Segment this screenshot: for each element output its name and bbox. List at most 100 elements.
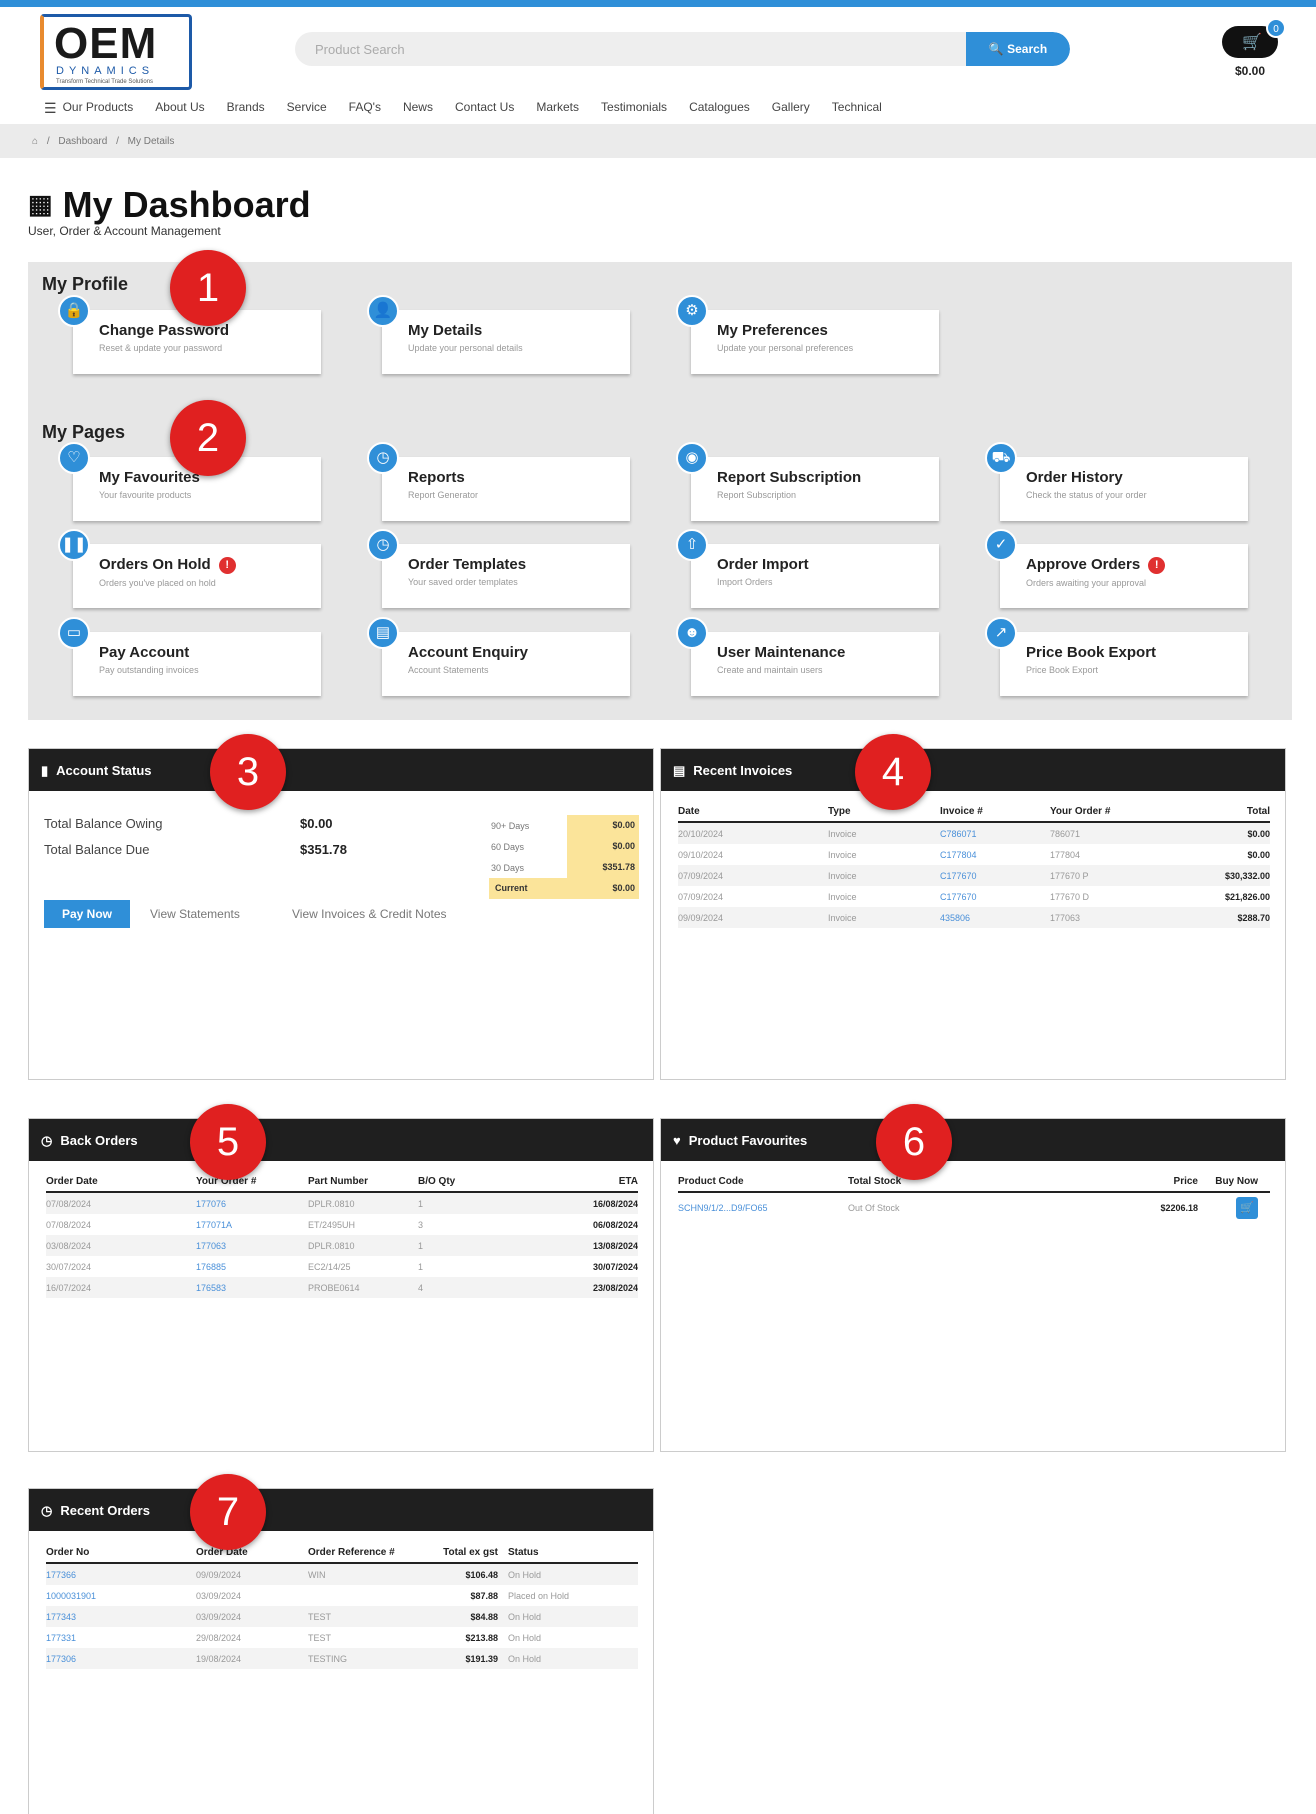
- dashboard-grid-icon: ▦: [28, 189, 53, 219]
- card-desc: Report Generator: [408, 490, 479, 500]
- view-invoices-link[interactable]: View Invoices & Credit Notes: [292, 907, 447, 921]
- clock-icon: ◷: [41, 1133, 53, 1148]
- card-title: My Details: [408, 322, 483, 339]
- pay-now-button[interactable]: Pay Now: [44, 900, 130, 928]
- table-row: 09/09/2024 Invoice 435806 177063 $288.70: [678, 907, 1270, 928]
- nav-item-our-products[interactable]: Our Products: [63, 100, 134, 120]
- nav-item-news[interactable]: News: [403, 100, 433, 120]
- order-link[interactable]: 177331: [46, 1633, 196, 1643]
- order-link[interactable]: 177063: [196, 1241, 308, 1251]
- order-link[interactable]: 177366: [46, 1570, 196, 1580]
- col-header: Invoice #: [940, 806, 983, 817]
- card-order-import[interactable]: ⇧ Order Import Import Orders: [676, 529, 939, 608]
- card-my-preferences[interactable]: ⚙ My Preferences Update your personal pr…: [676, 295, 939, 374]
- cell: On Hold: [508, 1632, 542, 1643]
- card-user-maintenance[interactable]: ☻ User Maintenance Create and maintain u…: [676, 617, 939, 696]
- nav-item-technical[interactable]: Technical: [832, 100, 882, 120]
- nav-item-service[interactable]: Service: [287, 100, 327, 120]
- table-row: 1000031901 03/09/2024 $87.88 Placed on Hold: [46, 1585, 638, 1606]
- card-account-enquiry[interactable]: ▤ Account Enquiry Account Statements: [367, 617, 630, 696]
- invoice-link[interactable]: C177804: [940, 850, 1050, 860]
- cart-button[interactable]: 🛒 0: [1222, 18, 1286, 58]
- cell: 13/08/2024: [592, 1240, 638, 1251]
- main-nav: ☰ Our Products About Us Brands Service F…: [44, 100, 882, 120]
- nav-item-contact-us[interactable]: Contact Us: [455, 100, 514, 120]
- user-icon: 👤: [367, 295, 399, 327]
- cell: 07/08/2024: [46, 1219, 92, 1230]
- aging-row: 30 Days $351.78: [489, 857, 639, 878]
- invoice-link[interactable]: 435806: [940, 913, 1050, 923]
- product-code-link[interactable]: SCHN9/1/2...D9/FO65: [678, 1203, 848, 1213]
- search-input[interactable]: Product Search: [315, 42, 405, 57]
- col-header: B/O Qty: [418, 1176, 456, 1187]
- table-header: Order Date Your Order # Part Number B/O …: [46, 1176, 638, 1193]
- buy-now-button[interactable]: 🛒: [1198, 1197, 1258, 1219]
- nav-item-brands[interactable]: Brands: [227, 100, 265, 120]
- card-approve-orders[interactable]: ✓ Approve Orders! Orders awaiting your a…: [985, 529, 1248, 608]
- card-my-details[interactable]: 👤 My Details Update your personal detail…: [367, 295, 630, 374]
- card-report-subscription[interactable]: ◉ Report Subscription Report Subscriptio…: [676, 442, 939, 521]
- table-row: 30/07/2024 176885 EC2/14/25 1 30/07/2024: [46, 1256, 638, 1277]
- aging-value: $351.78: [567, 857, 639, 878]
- search-button-label: Search: [1007, 42, 1048, 56]
- invoice-link[interactable]: C786071: [940, 829, 1050, 839]
- cell: $30,332.00: [1224, 870, 1270, 881]
- cell: 07/09/2024: [678, 870, 724, 881]
- order-link[interactable]: 1000031901: [46, 1591, 196, 1601]
- card-desc: Create and maintain users: [717, 665, 823, 675]
- balance-owing-value: $0.00: [300, 816, 333, 831]
- nav-item-catalogues[interactable]: Catalogues: [689, 100, 750, 120]
- card-reports[interactable]: ◷ Reports Report Generator: [367, 442, 630, 521]
- aging-label: Current: [489, 878, 567, 899]
- nav-item-testimonials[interactable]: Testimonials: [601, 100, 667, 120]
- card-orders-on-hold[interactable]: ❚❚ Orders On Hold! Orders you've placed …: [58, 529, 321, 608]
- nav-item-gallery[interactable]: Gallery: [772, 100, 810, 120]
- logo-sub-text: DYNAMICS: [56, 65, 155, 77]
- heart-icon: ♥: [673, 1133, 681, 1148]
- order-link[interactable]: 176885: [196, 1262, 308, 1272]
- bar-chart-icon: ▮: [41, 763, 49, 778]
- order-link[interactable]: 177306: [46, 1654, 196, 1664]
- card-price-book-export[interactable]: ↗ Price Book Export Price Book Export: [985, 617, 1248, 696]
- logo-tagline: Transform Technical Trade Solutions: [56, 79, 154, 85]
- order-link[interactable]: 176583: [196, 1283, 308, 1293]
- cell: 177063: [1050, 912, 1081, 923]
- order-link[interactable]: 177076: [196, 1199, 308, 1209]
- cell: On Hold: [508, 1569, 542, 1580]
- card-order-history[interactable]: ⛟ Order History Check the status of your…: [985, 442, 1248, 521]
- search-button[interactable]: 🔍 Search: [966, 32, 1070, 66]
- aging-row: 90+ Days $0.00: [489, 815, 639, 836]
- invoice-link[interactable]: C177670: [940, 871, 1050, 881]
- cell: $288.70: [1237, 912, 1270, 923]
- widget-header: ◷ Back Orders: [29, 1119, 653, 1161]
- home-icon[interactable]: ⌂: [32, 136, 38, 147]
- card-pay-account[interactable]: ▭ Pay Account Pay outstanding invoices: [58, 617, 321, 696]
- cell: PROBE0614: [308, 1282, 360, 1293]
- view-statements-link[interactable]: View Statements: [150, 907, 240, 921]
- card-desc: Account Statements: [408, 665, 489, 675]
- col-header: Status: [508, 1547, 539, 1558]
- col-header: Total Stock: [848, 1176, 902, 1187]
- nav-item-markets[interactable]: Markets: [536, 100, 579, 120]
- nav-item-faqs[interactable]: FAQ's: [349, 100, 381, 120]
- aging-value: $0.00: [567, 836, 639, 857]
- order-link[interactable]: 177343: [46, 1612, 196, 1622]
- section-my-pages: My Pages: [42, 422, 126, 442]
- aging-label: 90+ Days: [491, 820, 530, 831]
- card-title: Order Import: [717, 556, 809, 573]
- aging-label: 60 Days: [491, 841, 525, 852]
- breadcrumb-dashboard[interactable]: Dashboard: [58, 136, 107, 147]
- col-header: Total: [1246, 806, 1270, 817]
- nav-item-about-us[interactable]: About Us: [155, 100, 204, 120]
- cart-total: $0.00: [1234, 64, 1266, 78]
- widget-header: ▮ Account Status: [29, 749, 653, 791]
- menu-icon[interactable]: ☰: [44, 100, 57, 120]
- card-order-templates[interactable]: ◷ Order Templates Your saved order templ…: [367, 529, 630, 608]
- card-title: Orders On Hold: [99, 556, 211, 573]
- oem-dynamics-logo[interactable]: OEM DYNAMICS Transform Technical Trade S…: [40, 14, 192, 90]
- order-link[interactable]: 177071A: [196, 1220, 308, 1230]
- marker-1: 1: [170, 250, 246, 326]
- invoices-table: Date Type Invoice # Your Order # Total 2…: [678, 806, 1270, 928]
- cell: $0.00: [1247, 849, 1270, 860]
- invoice-link[interactable]: C177670: [940, 892, 1050, 902]
